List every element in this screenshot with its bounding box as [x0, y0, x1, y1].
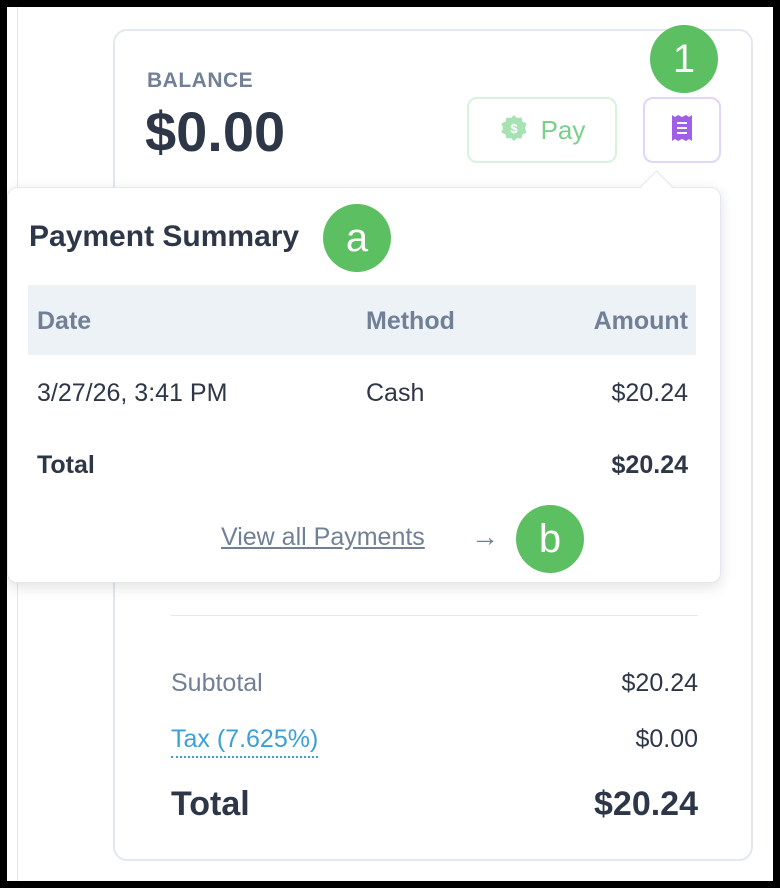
cash-icon: $	[499, 113, 529, 148]
step-marker-b: b	[516, 505, 584, 573]
balance-label: BALANCE	[147, 69, 254, 92]
column-header-date: Date	[37, 307, 92, 335]
screenshot-canvas: BALANCE $0.00 $ Pay 1 Payment Summary a …	[7, 7, 773, 881]
subtotal-value: $20.24	[621, 669, 698, 697]
payment-row-date: 3/27/26, 3:41 PM	[37, 379, 228, 407]
balance-amount: $0.00	[145, 100, 286, 163]
tax-link[interactable]: Tax (7.625%)	[171, 725, 319, 758]
pay-button-label: Pay	[540, 114, 586, 145]
payments-total-label: Total	[37, 451, 95, 479]
payment-row-method: Cash	[366, 379, 425, 407]
step-marker-1: 1	[650, 25, 718, 93]
pay-button[interactable]: $ Pay	[467, 97, 617, 163]
summary-divider	[171, 615, 698, 616]
tax-value: $0.00	[635, 725, 698, 753]
column-header-amount: Amount	[593, 307, 688, 335]
step-marker-a: a	[323, 204, 391, 272]
arrow-right-icon[interactable]: →	[471, 521, 499, 553]
payment-row-amount: $20.24	[611, 379, 688, 407]
view-all-payments-link[interactable]: View all Payments	[221, 523, 425, 552]
payment-summary-title: Payment Summary	[29, 220, 300, 253]
receipt-button[interactable]	[643, 97, 721, 163]
receipt-icon	[671, 114, 693, 147]
payments-total-amount: $20.24	[611, 451, 688, 479]
svg-text:$: $	[510, 121, 518, 136]
order-total-label: Total	[171, 785, 250, 823]
column-header-method: Method	[366, 307, 455, 335]
order-total-value: $20.24	[594, 785, 698, 823]
subtotal-label: Subtotal	[171, 669, 263, 697]
